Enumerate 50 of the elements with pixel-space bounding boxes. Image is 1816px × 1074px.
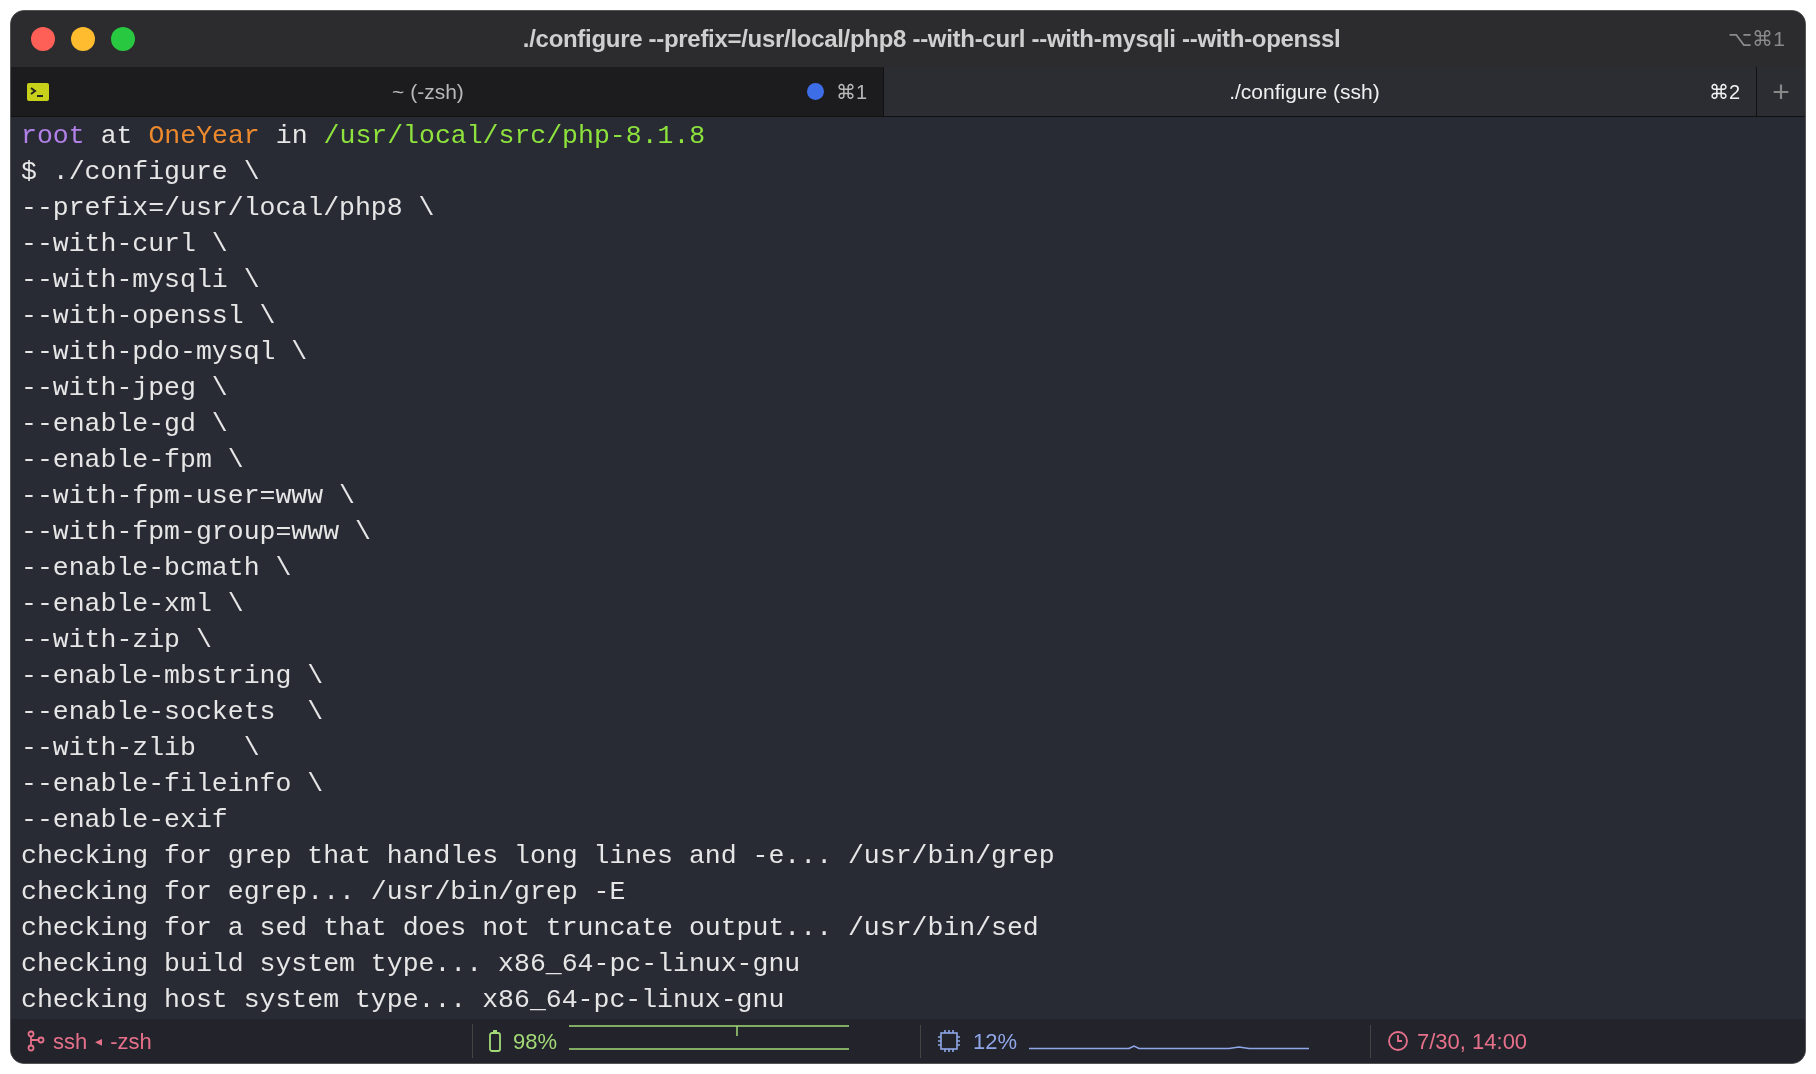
terminal-line: --enable-sockets \ xyxy=(21,696,325,729)
window-shortcut: ⌥⌘1 xyxy=(1728,26,1785,53)
separator: ◂ xyxy=(95,1031,103,1051)
prompt-text: at xyxy=(100,120,133,153)
terminal-line: checking host system type... x86_64-pc-linux-gnu xyxy=(21,984,786,1017)
terminal-line: --with-pdo-mysql \ xyxy=(21,336,309,369)
cpu-percent: 12% xyxy=(973,1027,1018,1056)
terminal-line: checking build system type... x86_64-pc-linux-gnu xyxy=(21,948,802,981)
tab-label: ~ (-zsh) xyxy=(391,78,465,105)
zoom-button[interactable] xyxy=(111,27,135,51)
window-title: ./configure --prefix=/usr/local/php8 --with-curl --with-mysqli --with-openssl xyxy=(521,24,1342,54)
tab-shortcut: ⌘1 xyxy=(835,79,867,105)
prompt-text: OneYear xyxy=(148,120,260,153)
terminal-line: checking for a sed that does not truncate output... /usr/bin/sed xyxy=(21,912,1040,945)
parent-shell: -zsh xyxy=(110,1027,152,1056)
battery-percent: 98% xyxy=(513,1027,558,1056)
tab-label: ./configure (ssh) xyxy=(1228,78,1381,105)
terminal-line: --enable-fpm \ xyxy=(21,444,245,477)
clock-time: 7/30, 14:00 xyxy=(1417,1027,1528,1056)
terminal-line: --enable-mbstring \ xyxy=(21,660,325,693)
clock-icon xyxy=(1387,1030,1409,1052)
terminal-line: checking for egrep... /usr/bin/grep -E xyxy=(21,876,627,909)
terminal-line: $ ./configure \ xyxy=(21,156,261,189)
cpu-icon xyxy=(937,1029,961,1053)
prompt-text: /usr/local/src/php-8.1.8 xyxy=(323,120,706,153)
terminal-line: --with-mysqli \ xyxy=(21,264,261,297)
close-button[interactable] xyxy=(31,27,55,51)
terminal-line: --prefix=/usr/local/php8 \ xyxy=(21,192,436,225)
terminal-line: --with-openssl \ xyxy=(21,300,277,333)
tab-shortcut: ⌘2 xyxy=(1708,79,1740,105)
terminal-line: --enable-xml \ xyxy=(21,588,245,621)
battery-icon xyxy=(489,1030,501,1052)
terminal-line: --enable-bcmath \ xyxy=(21,552,293,585)
prompt-text: in xyxy=(275,120,308,153)
branch-icon xyxy=(27,1030,45,1052)
terminal-line: --with-curl \ xyxy=(21,228,229,261)
terminal-line: --with-zlib \ xyxy=(21,732,261,765)
terminal-line: --with-zip \ xyxy=(21,624,213,657)
terminal-line: --enable-fileinfo \ xyxy=(21,768,325,801)
terminal-line: --with-fpm-group=www \ xyxy=(21,516,372,549)
minimize-button[interactable] xyxy=(71,27,95,51)
tab[interactable]: ~ (-zsh) ⌘1 xyxy=(11,67,884,116)
terminal-line: checking for grep that handles long lines and -e... /usr/bin/grep xyxy=(21,840,1056,873)
terminal-icon xyxy=(27,82,49,101)
terminal-line: --with-fpm-user=www \ xyxy=(21,480,356,513)
terminal-line: --enable-gd \ xyxy=(21,408,229,441)
terminal-line: --enable-exif xyxy=(21,804,229,837)
prompt-text: root xyxy=(21,120,85,153)
terminal-line: --with-jpeg \ xyxy=(21,372,229,405)
job-name: ssh xyxy=(53,1027,88,1056)
